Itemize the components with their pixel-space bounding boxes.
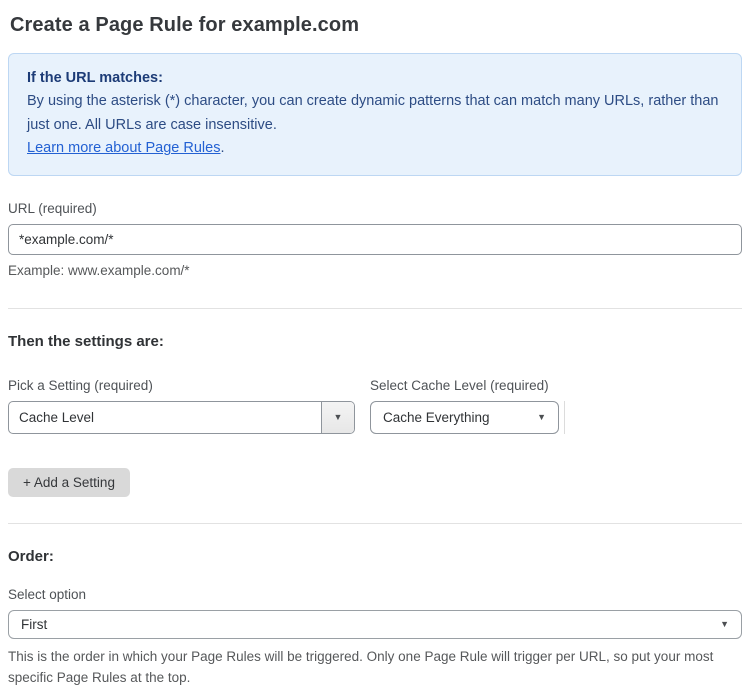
cache-level-wrap: Cache Everything ▼ [370,400,565,434]
order-heading: Order: [8,547,54,565]
order-select-label: Select option [8,586,87,602]
cache-level-select[interactable]: Cache Everything ▼ [370,400,559,434]
pick-setting-select[interactable]: Cache Level ▼ [8,400,355,434]
pick-setting-label: Pick a Setting (required) [8,377,153,393]
info-box-body: By using the asterisk (*) character, you… [27,93,719,133]
dropdown-arrow-button[interactable]: ▼ [321,401,354,433]
page-title: Create a Page Rule for example.com [10,14,360,36]
learn-more-link[interactable]: Learn more about Page Rules [27,140,220,156]
create-page-rule-form: Create a Page Rule for example.com If th… [0,0,750,691]
cache-level-field: Select Cache Level (required) Cache Ever… [370,378,565,434]
url-match-info-box: If the URL matches: By using the asteris… [8,53,742,176]
url-input[interactable] [8,223,742,255]
chevron-down-icon: ▼ [537,411,546,422]
settings-heading: Then the settings are: [8,332,164,350]
url-field-section: URL (required) Example: www.example.com/… [8,201,742,282]
url-field-label: URL (required) [8,200,97,216]
info-box-link-row: Learn more about Page Rules. [27,137,723,160]
url-field-helper: Example: www.example.com/* [8,262,190,278]
add-setting-button[interactable]: + Add a Setting [8,467,130,497]
order-helper: This is the order in which your Page Rul… [8,648,714,685]
pick-setting-field: Pick a Setting (required) Cache Level ▼ [8,378,355,434]
divider [8,522,742,524]
cache-level-value: Cache Everything [383,409,490,425]
settings-row: Pick a Setting (required) Cache Level ▼ … [8,378,742,434]
info-box-heading: If the URL matches: [27,70,163,86]
order-select[interactable]: First ▼ [8,609,742,639]
field-separator [564,400,565,434]
settings-section: Then the settings are: Pick a Setting (r… [8,333,742,497]
chevron-down-icon: ▼ [720,618,729,629]
order-select-value: First [21,616,48,632]
chevron-down-icon: ▼ [333,411,343,422]
order-section: Order: Select option First ▼ This is the… [8,548,742,689]
pick-setting-value: Cache Level [19,409,95,425]
divider [8,307,742,309]
cache-level-label: Select Cache Level (required) [370,377,549,393]
link-suffix: . [220,140,225,157]
